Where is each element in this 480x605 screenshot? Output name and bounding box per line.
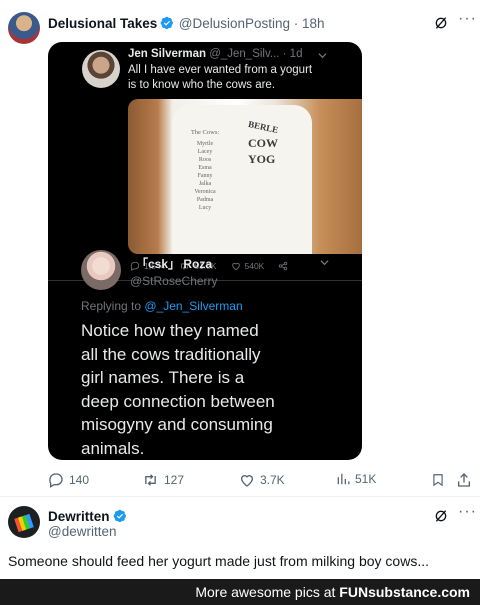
like-button[interactable]: 3.7K [239,472,285,488]
avatar-delusional-takes[interactable] [8,12,40,44]
views-button[interactable]: 51K [336,472,376,486]
share-icon [279,261,288,271]
cow-name: Lacey [197,149,213,155]
reply-icon [49,473,63,488]
reply-text-line: girl names. There is a [81,368,245,387]
retweet-icon [145,474,156,486]
embedded-like-count: 540K [244,261,265,271]
verified-badge-icon [160,16,174,30]
avatar-jen-silverman [82,50,120,88]
reply-text: Someone should feed her yogurt made just… [8,553,429,569]
cow-name: Fanny [197,173,213,179]
reply-author-name: 「csk」 Roza [136,257,213,271]
chevron-down-icon [318,53,327,59]
reply-text-line: misogyny and consuming [81,415,273,434]
like-count: 3.7K [260,473,285,487]
verified-badge-icon [113,509,126,523]
watermark-footer: More awesome pics at FUNsubstance.com [0,579,480,605]
reply-text-line: Notice how they named [81,321,259,340]
avatar-dewritten[interactable] [8,506,40,538]
embedded-author-name: Jen Silverman [128,48,206,60]
reply-author-name[interactable]: Dewritten [48,509,110,524]
reply-text: Notice how they named all the cows tradi… [81,319,275,460]
footer-prefix: More awesome pics at [195,584,340,600]
divider [0,496,480,497]
cow-name: Roos [198,157,212,163]
reply-text-line: deep connection between [81,391,275,411]
retweet-button[interactable]: 127 [142,472,184,488]
replying-to-handle: @_Jen_Silverman [144,299,243,313]
views-icon [337,473,350,485]
replying-to: Replying to @_Jen_Silverman [81,299,243,313]
reply-text-line: animals. [81,438,145,458]
grok-icon[interactable] [433,15,449,31]
view-count: 51K [355,472,377,486]
more-options-icon[interactable]: ··· [458,503,477,521]
bookmark-icon[interactable] [431,472,445,488]
cow-name: Lucy [198,205,212,211]
tweet-time[interactable]: 18h [302,16,325,31]
retweet-count: 127 [164,473,185,487]
cow-name: Veronica [194,189,216,195]
author-name[interactable]: Delusional Takes [48,16,157,31]
brand-line: YOG [248,152,276,166]
cup-heading: The Cows: [190,129,220,136]
footer-brand[interactable]: FUNsubstance.com [339,584,470,600]
reply-count: 140 [69,473,90,487]
reply-author-handle[interactable]: @dewritten [48,524,116,539]
reply-text-line: all the cows traditionally [81,344,261,364]
like-icon [231,262,240,271]
embedded-tweet-text-line: All I have ever wanted from a yogurt [128,64,313,76]
reply-button[interactable]: 140 [48,472,89,488]
cow-name: Padma [196,197,214,203]
share-icon[interactable] [456,472,472,488]
reply-author-handle: @StRoseCherry [130,274,218,288]
tweet-header: Delusional Takes @DelusionPosting · 18h [48,16,325,31]
yogurt-photo: The Cows: Myrtle Lacey Roos Esma Fanny J… [128,99,362,254]
more-options-icon[interactable]: ··· [458,10,477,28]
grok-icon[interactable] [433,508,449,524]
embedded-author-handle: @_Jen_Silv... · 1d [209,48,303,60]
cow-name: Jalka [198,181,212,187]
chevron-down-icon [320,260,329,266]
embedded-tweet-text-line: is to know who the cows are. [128,79,276,91]
like-icon [240,475,254,487]
cow-name: Myrtle [196,141,214,147]
cup-brand: BERLE COW YOG [247,119,279,167]
embedded-screenshot: Jen Silverman @_Jen_Silv... · 1d All I h… [48,42,362,460]
cow-name: Esma [198,165,212,171]
avatar-roza [81,250,121,290]
author-handle[interactable]: @DelusionPosting [179,16,290,31]
